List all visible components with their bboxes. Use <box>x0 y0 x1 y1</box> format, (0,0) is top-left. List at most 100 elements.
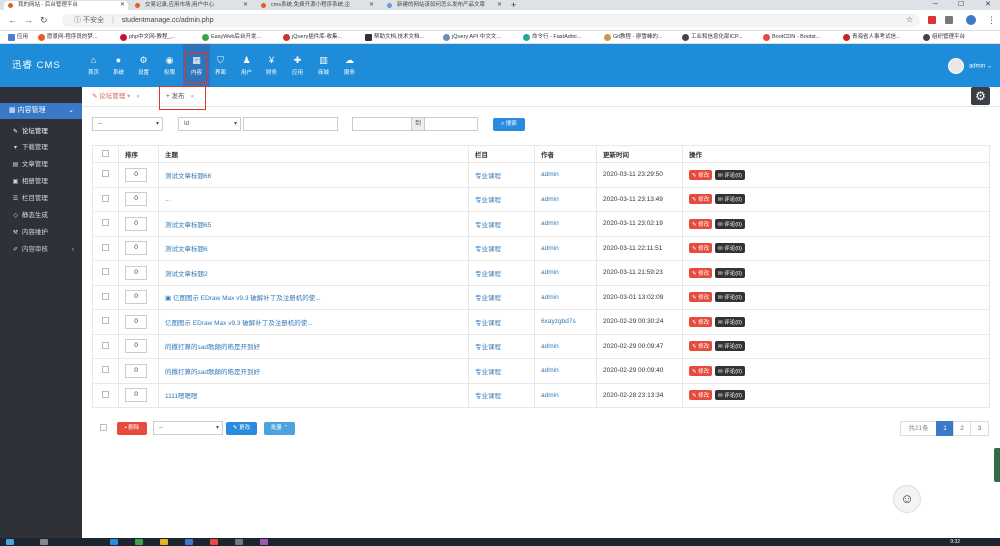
app-icon[interactable] <box>235 539 243 545</box>
column-link[interactable]: 专业课程 <box>475 369 501 376</box>
author-link[interactable]: admin <box>541 343 559 350</box>
new-tab-button[interactable]: + <box>511 0 516 10</box>
browser-tab[interactable]: 交易记录,应用市场,用户中心 ✕ <box>131 1 251 10</box>
column-link[interactable]: 专业课程 <box>475 320 501 327</box>
browser-tab[interactable]: 新建的网站该如何怎么发布产品文章 ✕ <box>383 1 505 10</box>
sidebar-item-maintenance[interactable]: ⚒ 内容维护 <box>0 225 82 241</box>
sidebar-item-article[interactable]: ▤ 文章管理 <box>0 157 82 173</box>
field-select[interactable]: Id ▾ <box>178 117 241 131</box>
sidebar-item-static[interactable]: ◇ 静态生成 <box>0 208 82 224</box>
star-icon[interactable]: ☆ <box>906 15 913 24</box>
author-link[interactable]: admin <box>541 367 559 374</box>
forward-icon[interactable]: → <box>24 15 33 25</box>
app-logo[interactable]: 迅睿 CMS <box>12 44 61 87</box>
security-indicator[interactable]: ⓘ 不安全 <box>74 17 104 24</box>
nav-system[interactable]: ● 系统 <box>105 44 132 87</box>
nav-settings[interactable]: ⚙ 设置 <box>130 44 157 87</box>
comment-button[interactable]: ✉ 评论(0) <box>715 218 746 229</box>
order-input[interactable]: 0 <box>125 363 147 378</box>
nav-home[interactable]: ⌂ 首页 <box>80 44 107 87</box>
sidebar-item-download[interactable]: ▾ 下载管理 <box>0 140 82 156</box>
bookmark-item[interactable]: php中文网-教程_... <box>120 31 175 44</box>
author-link[interactable]: admin <box>541 220 559 227</box>
nav-apps[interactable]: ✚ 应用 <box>284 44 311 87</box>
nav-users[interactable]: ♟ 用户 <box>233 44 260 87</box>
url-bar[interactable]: ⓘ 不安全 | studentmanage.cc/admin.php <box>62 14 920 27</box>
app-icon[interactable] <box>110 539 118 545</box>
search-button[interactable]: ⌕ 搜索 <box>493 118 525 131</box>
bookmark-item[interactable]: Git教程 - 廖雪峰的... <box>604 31 663 44</box>
title-link[interactable]: 1111嗯嗯嗯 <box>165 393 198 400</box>
row-checkbox[interactable] <box>102 341 109 349</box>
row-checkbox[interactable] <box>102 268 109 276</box>
row-checkbox[interactable] <box>102 390 109 398</box>
batch-button[interactable]: 批量 ⌃ <box>264 422 295 435</box>
keyword-input[interactable] <box>243 117 338 131</box>
footer-select-checkbox[interactable] <box>100 424 107 431</box>
reload-icon[interactable]: ↻ <box>40 15 48 26</box>
bookmark-item[interactable]: 愿景网-程序员的梦... <box>38 31 97 44</box>
app-icon[interactable] <box>210 539 218 545</box>
column-link[interactable]: 专业课程 <box>475 222 501 229</box>
bookmark-item[interactable]: jQuery插件库-收集... <box>283 31 342 44</box>
edit-button[interactable]: ✎ 修改 <box>689 218 713 229</box>
app-icon[interactable] <box>185 539 193 545</box>
edit-button[interactable]: ✎ 修改 <box>689 243 713 254</box>
mascot-widget[interactable]: ☺ <box>893 485 921 513</box>
author-link[interactable]: admin <box>541 196 559 203</box>
edit-button[interactable]: ✎ 修改 <box>689 194 713 205</box>
order-input[interactable]: 0 <box>125 216 147 231</box>
nav-permissions[interactable]: ◉ 权限 <box>156 44 183 87</box>
author-link[interactable]: admin <box>541 245 559 252</box>
header-updated[interactable]: 更新时间 <box>596 145 683 163</box>
order-input[interactable]: 0 <box>125 290 147 305</box>
title-link[interactable]: 的撒打算的sad歌颠的皓是开到好 <box>165 369 260 376</box>
bookmark-item[interactable]: 工业和信息化部ICP... <box>682 31 743 44</box>
page-2[interactable]: 2 <box>953 421 971 436</box>
edit-button[interactable]: ✎ 修改 <box>689 267 713 278</box>
author-link[interactable]: admin <box>541 294 559 301</box>
row-checkbox[interactable] <box>102 366 109 374</box>
sidebar-item-forum[interactable]: ✎ 论坛管理 <box>0 124 82 140</box>
delete-button[interactable]: ▪ 删除 <box>117 422 147 435</box>
title-link[interactable]: 测试文章标题6 <box>165 246 208 253</box>
side-widget[interactable] <box>994 448 1000 482</box>
column-link[interactable]: 专业课程 <box>475 271 501 278</box>
sidebar-item-review[interactable]: ✐ 内容审核 ‹ <box>0 242 82 258</box>
search-icon[interactable] <box>40 539 48 545</box>
browser-tab[interactable]: 我的网站 - 后台管理平台 ✕ <box>4 1 128 10</box>
order-input[interactable]: 0 <box>125 265 147 280</box>
bookmark-item[interactable]: 组织管理平台 <box>923 31 965 44</box>
bookmark-item[interactable]: 青海省人事考试信... <box>843 31 901 44</box>
column-link[interactable]: 专业课程 <box>475 173 501 180</box>
minimize-icon[interactable]: ─ <box>933 0 938 10</box>
page-1[interactable]: 1 <box>936 421 954 436</box>
change-button[interactable]: ✎ 更改 <box>226 422 257 435</box>
edit-button[interactable]: ✎ 修改 <box>689 169 713 180</box>
row-checkbox[interactable] <box>102 292 109 300</box>
title-link[interactable]: 测试文章标题2 <box>165 271 208 278</box>
comment-button[interactable]: ✉ 评论(0) <box>715 194 746 205</box>
order-input[interactable]: 0 <box>125 167 147 182</box>
row-checkbox[interactable] <box>102 170 109 178</box>
bookmark-item[interactable]: EasyWeb后台开发... <box>202 31 261 44</box>
edit-button[interactable]: ✎ 修改 <box>689 365 713 376</box>
user-menu[interactable]: admin ⌄ <box>947 58 992 75</box>
order-input[interactable]: 0 <box>125 241 147 256</box>
title-link[interactable]: 的撒打算的sad歌颠的皓是开到好 <box>165 344 260 351</box>
author-link[interactable]: admin <box>541 269 559 276</box>
extension-icon[interactable] <box>928 16 936 24</box>
title-link[interactable]: 测试文章标题65 <box>165 222 211 229</box>
extension-icon[interactable] <box>945 16 953 24</box>
comment-button[interactable]: ✉ 评论(0) <box>715 341 746 352</box>
nav-interface[interactable]: ⛉ 界面 <box>207 44 234 87</box>
move-category-select[interactable]: -- ▾ <box>153 421 223 435</box>
bookmark-item[interactable]: jQuery API 中文文... <box>443 31 501 44</box>
row-checkbox[interactable] <box>102 243 109 251</box>
nav-shop[interactable]: ▥ 商城 <box>310 44 337 87</box>
app-icon[interactable] <box>135 539 143 545</box>
menu-kebab-icon[interactable]: ⋮ <box>987 15 996 26</box>
order-input[interactable]: 0 <box>125 314 147 329</box>
title-link[interactable]: 亿图图示 EDraw Max v9.3 破解补丁及注册机的使... <box>165 320 313 327</box>
bookmark-item[interactable]: 应用 <box>8 31 28 44</box>
